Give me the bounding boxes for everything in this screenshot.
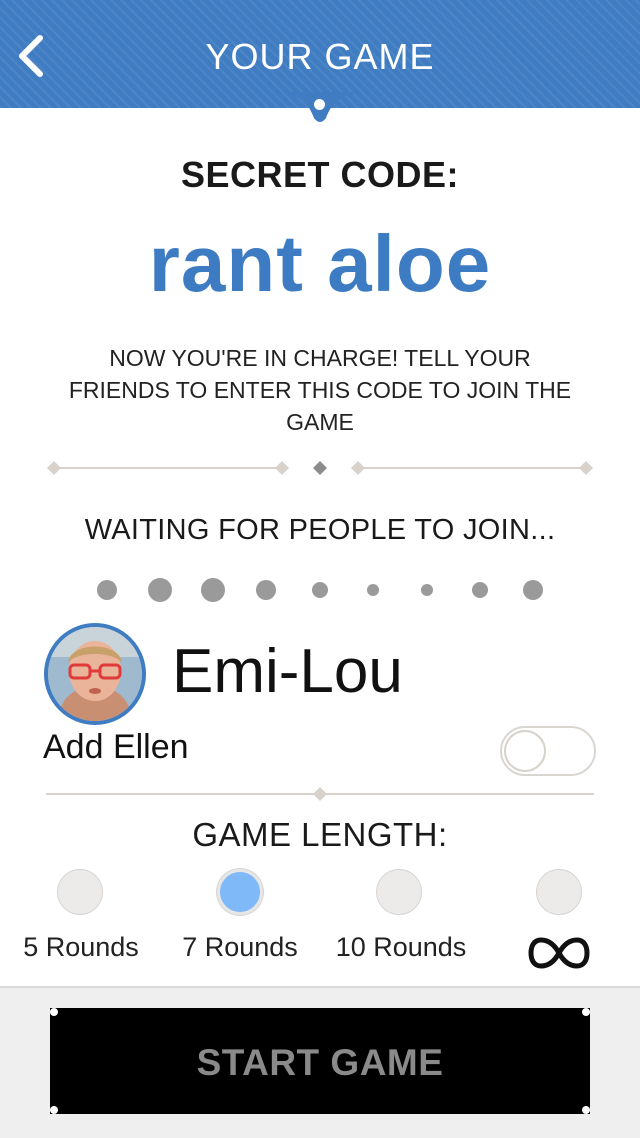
add-player-label: Add Ellen [43,728,189,766]
secret-code-label: SECRET CODE: [180,154,460,195]
option-label-5-rounds[interactable]: 5 Rounds [20,932,142,963]
waiting-status: WAITING FOR PEOPLE TO JOIN... [84,514,556,546]
loading-dot [97,580,117,600]
game-length-label: GAME LENGTH: [192,816,448,853]
ornament-divider [47,461,593,475]
loading-dot [472,582,488,598]
avatar-photo [48,627,142,721]
header-notch-dot [314,99,325,110]
avatar [44,623,146,725]
page-title: YOUR GAME [205,36,435,77]
loading-dot [367,584,379,596]
infinity-icon[interactable]: ∞ [528,936,590,970]
ornament-divider [46,787,594,801]
secret-code: rant aloe [148,219,492,308]
player-name: Emi-Lou [172,637,403,706]
start-game-label: START GAME [196,1042,444,1083]
add-player-toggle[interactable] [500,726,596,776]
radio-10-rounds[interactable] [376,869,422,915]
loading-dot [201,578,225,602]
start-game-button[interactable]: START GAME [50,1008,590,1114]
radio-5-rounds[interactable] [57,869,103,915]
radio-infinite-rounds[interactable] [536,869,582,915]
loading-dot [148,578,172,602]
button-corner [582,1106,590,1114]
option-label-10-rounds[interactable]: 10 Rounds [332,932,470,963]
toggle-knob [504,730,546,772]
button-corner [50,1008,58,1016]
radio-7-rounds[interactable] [217,869,263,915]
button-corner [582,1008,590,1016]
join-instructions: NOW YOU'RE IN CHARGE! TELL YOUR FRIENDS … [68,345,572,435]
loading-dots [0,570,640,610]
button-corner [50,1106,58,1114]
loading-dot [523,580,543,600]
option-label-7-rounds[interactable]: 7 Rounds [178,932,302,963]
loading-dot [256,580,276,600]
loading-dot [421,584,433,596]
loading-dot [312,582,328,598]
